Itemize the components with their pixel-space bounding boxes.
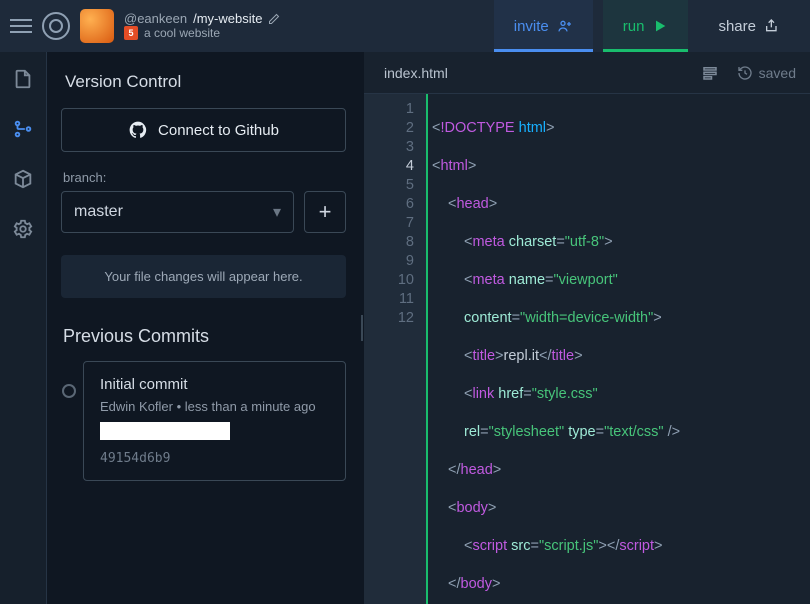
share-label: share <box>718 18 756 35</box>
branch-select[interactable]: master ▾ <box>61 191 294 233</box>
previous-commits-heading: Previous Commits <box>63 326 346 347</box>
editor-pane: index.html saved 123456789101112 <!DOCTY… <box>364 52 810 604</box>
html5-icon: 5 <box>124 26 138 40</box>
editor-tabs: index.html saved <box>364 52 810 94</box>
version-control-panel: Version Control Connect to Github branch… <box>46 52 360 604</box>
invite-button[interactable]: invite <box>494 0 593 52</box>
pencil-icon[interactable] <box>268 13 280 25</box>
invite-label: invite <box>514 18 549 35</box>
panel-title: Version Control <box>65 72 346 92</box>
format-icon[interactable] <box>701 64 719 82</box>
line-gutter: 123456789101112 <box>364 94 428 604</box>
commit-hash: 49154d6b9 <box>100 451 329 466</box>
panel-resizer[interactable] <box>360 52 364 604</box>
commit-meta: Edwin Kofler • less than a minute ago <box>100 399 329 414</box>
project-subtitle: a cool website <box>144 27 220 41</box>
tab-index-html[interactable]: index.html <box>364 52 468 93</box>
connect-github-label: Connect to Github <box>158 122 279 139</box>
chevron-down-icon: ▾ <box>273 202 281 222</box>
commit-title: Initial commit <box>100 376 329 393</box>
username[interactable]: @eankeen <box>124 12 187 27</box>
files-icon[interactable] <box>12 68 34 90</box>
header: @eankeen/my-website 5 a cool website inv… <box>0 0 810 52</box>
commit-card[interactable]: Initial commit Edwin Kofler • less than … <box>83 361 346 481</box>
code-area[interactable]: 123456789101112 <!DOCTYPE html> <html> <… <box>364 94 810 604</box>
share-icon <box>764 18 780 34</box>
person-plus-icon <box>557 18 573 34</box>
menu-icon[interactable] <box>10 15 32 37</box>
branch-value: master <box>74 203 123 221</box>
github-icon <box>128 120 148 140</box>
settings-icon[interactable] <box>12 218 34 240</box>
new-branch-button[interactable]: + <box>304 191 346 233</box>
commit-input[interactable] <box>100 422 230 440</box>
repo-name[interactable]: my-website <box>197 11 263 26</box>
saved-indicator: saved <box>737 65 796 81</box>
project-info: @eankeen/my-website 5 a cool website <box>124 12 280 41</box>
history-icon <box>737 65 753 81</box>
changes-notice: Your file changes will appear here. <box>61 255 346 298</box>
source-control-icon[interactable] <box>12 118 34 140</box>
connect-github-button[interactable]: Connect to Github <box>61 108 346 152</box>
share-button[interactable]: share <box>698 0 800 52</box>
run-button[interactable]: run <box>603 0 689 52</box>
activity-rail <box>0 52 46 604</box>
run-label: run <box>623 18 645 35</box>
saved-label: saved <box>759 65 796 81</box>
code-lines[interactable]: <!DOCTYPE html> <html> <head> <meta char… <box>428 94 680 604</box>
branch-label: branch: <box>63 170 346 185</box>
packages-icon[interactable] <box>12 168 34 190</box>
avatar[interactable] <box>80 9 114 43</box>
play-icon <box>652 18 668 34</box>
replit-logo-icon[interactable] <box>42 12 70 40</box>
